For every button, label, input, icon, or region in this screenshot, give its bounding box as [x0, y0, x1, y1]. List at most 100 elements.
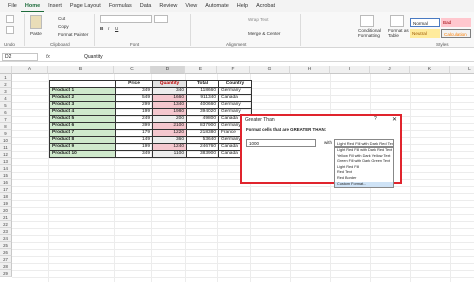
- style-normal[interactable]: Normal: [410, 18, 440, 27]
- row-header[interactable]: 1: [0, 74, 12, 81]
- row-header[interactable]: 7: [0, 116, 12, 123]
- column-header-c[interactable]: C: [114, 66, 151, 74]
- italic-button[interactable]: I: [108, 26, 109, 31]
- row-header[interactable]: 27: [0, 256, 12, 263]
- paste-button[interactable]: Paste: [30, 31, 42, 36]
- conditional-formatting-icon[interactable]: [360, 15, 374, 27]
- tab-acrobat[interactable]: Acrobat: [252, 0, 279, 12]
- tab-automate[interactable]: Automate: [201, 0, 233, 12]
- column-header-d[interactable]: D: [151, 66, 185, 74]
- price-cell[interactable]: 549: [115, 94, 153, 102]
- fx-icon[interactable]: fx: [46, 53, 50, 61]
- format-as-table-button[interactable]: Format as Table: [388, 28, 410, 38]
- price-cell[interactable]: 249: [115, 115, 153, 123]
- wrap-text-button[interactable]: Wrap Text: [248, 17, 269, 22]
- product-cell[interactable]: Product 7: [49, 129, 116, 137]
- quantity-cell[interactable]: 1340: [152, 101, 187, 109]
- product-cell[interactable]: Product 6: [49, 122, 116, 130]
- column-header-e[interactable]: E: [185, 66, 217, 74]
- row-header[interactable]: 22: [0, 221, 12, 228]
- formula-input[interactable]: Quantity: [84, 53, 103, 61]
- tab-insert[interactable]: Insert: [44, 0, 66, 12]
- quantity-cell[interactable]: 2100: [152, 122, 187, 130]
- header-country[interactable]: Country: [218, 80, 252, 88]
- undo-icon[interactable]: [6, 15, 14, 23]
- quantity-cell[interactable]: 340: [152, 87, 187, 95]
- tab-view[interactable]: View: [181, 0, 201, 12]
- threshold-input[interactable]: 1000: [246, 139, 316, 147]
- row-header[interactable]: 17: [0, 186, 12, 193]
- quantity-cell[interactable]: 200: [152, 115, 187, 123]
- paste-icon[interactable]: [30, 15, 42, 29]
- format-as-table-icon[interactable]: [390, 15, 404, 27]
- close-icon[interactable]: ✕: [392, 116, 397, 123]
- tab-page-layout[interactable]: Page Layout: [66, 0, 105, 12]
- row-header[interactable]: 12: [0, 151, 12, 158]
- total-cell[interactable]: 911340: [186, 94, 219, 102]
- column-header-f[interactable]: F: [217, 66, 250, 74]
- product-cell[interactable]: Product 9: [49, 143, 116, 151]
- row-header[interactable]: 29: [0, 270, 12, 277]
- row-header[interactable]: 3: [0, 88, 12, 95]
- font-name-select[interactable]: [100, 15, 152, 23]
- row-header[interactable]: 24: [0, 235, 12, 242]
- quantity-cell[interactable]: 1240: [152, 143, 187, 151]
- product-cell[interactable]: Product 10: [49, 150, 116, 158]
- quantity-cell[interactable]: 1220: [152, 129, 187, 137]
- price-cell[interactable]: 299: [115, 101, 153, 109]
- header-price[interactable]: Price: [115, 80, 153, 88]
- row-header[interactable]: 9: [0, 130, 12, 137]
- format-painter-button[interactable]: Format Painter: [58, 32, 88, 37]
- total-cell[interactable]: 49800: [186, 115, 219, 123]
- tab-file[interactable]: File: [4, 0, 21, 12]
- price-cell[interactable]: 349: [115, 87, 153, 95]
- price-cell[interactable]: 399: [115, 122, 153, 130]
- row-header[interactable]: 18: [0, 193, 12, 200]
- conditional-formatting-button[interactable]: Conditional Formatting: [358, 28, 384, 38]
- row-header[interactable]: 26: [0, 249, 12, 256]
- price-cell[interactable]: 199: [115, 108, 153, 116]
- country-cell[interactable]: Germany: [218, 101, 252, 109]
- total-cell[interactable]: 400660: [186, 101, 219, 109]
- price-cell[interactable]: 199: [115, 143, 153, 151]
- column-header-k[interactable]: K: [410, 66, 450, 74]
- total-cell[interactable]: 394020: [186, 108, 219, 116]
- row-header[interactable]: 15: [0, 172, 12, 179]
- row-header[interactable]: 2: [0, 81, 12, 88]
- quantity-cell[interactable]: 1660: [152, 94, 187, 102]
- header-quantity[interactable]: Quantity: [152, 80, 187, 88]
- tab-help[interactable]: Help: [233, 0, 252, 12]
- style-calculation[interactable]: Calculation: [441, 29, 471, 38]
- row-header[interactable]: 20: [0, 207, 12, 214]
- column-header-l[interactable]: L: [450, 66, 474, 74]
- row-header[interactable]: 25: [0, 242, 12, 249]
- row-header[interactable]: 14: [0, 165, 12, 172]
- column-header-i[interactable]: I: [330, 66, 370, 74]
- column-header-j[interactable]: J: [370, 66, 410, 74]
- row-header[interactable]: 10: [0, 137, 12, 144]
- underline-button[interactable]: U: [115, 26, 118, 31]
- format-option[interactable]: Custom Format...: [335, 181, 393, 188]
- total-cell[interactable]: 218380: [186, 129, 219, 137]
- row-header[interactable]: 5: [0, 102, 12, 109]
- column-header-g[interactable]: G: [250, 66, 290, 74]
- row-header[interactable]: 19: [0, 200, 12, 207]
- row-header[interactable]: 6: [0, 109, 12, 116]
- row-header[interactable]: 16: [0, 179, 12, 186]
- redo-icon[interactable]: [6, 26, 14, 34]
- quantity-cell[interactable]: 360: [152, 136, 187, 144]
- style-neutral[interactable]: Neutral: [410, 29, 440, 38]
- country-cell[interactable]: Canada: [218, 94, 252, 102]
- name-box[interactable]: D2: [2, 53, 38, 61]
- price-cell[interactable]: 179: [115, 129, 153, 137]
- header-total[interactable]: Total: [186, 80, 219, 88]
- row-header[interactable]: 21: [0, 214, 12, 221]
- country-cell[interactable]: Germany: [218, 87, 252, 95]
- tab-data[interactable]: Data: [136, 0, 156, 12]
- total-cell[interactable]: 383900: [186, 150, 219, 158]
- total-cell[interactable]: 118660: [186, 87, 219, 95]
- column-header-b[interactable]: B: [48, 66, 114, 74]
- row-header[interactable]: 8: [0, 123, 12, 130]
- total-cell[interactable]: 837900: [186, 122, 219, 130]
- row-header[interactable]: 23: [0, 228, 12, 235]
